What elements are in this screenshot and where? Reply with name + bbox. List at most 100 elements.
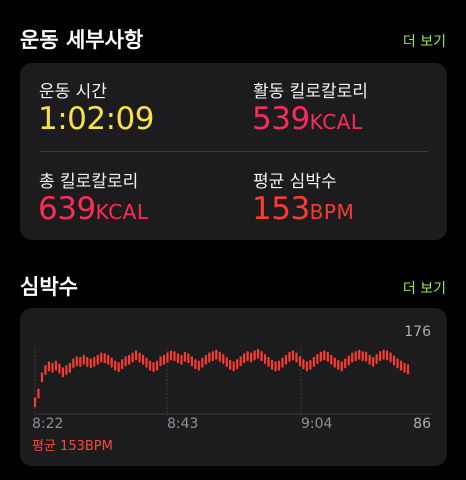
heart-rate-bar [180,354,183,365]
heart-rate-bar [176,353,180,364]
workout-details-title: 운동 세부사항 [20,28,144,52]
heart-rate-bar [187,353,190,364]
heart-rate-bar [201,357,204,368]
heart-rate-bar [267,356,270,367]
heart-rate-bar [138,352,141,363]
heart-rate-bar [309,359,312,370]
workout-details-more-link[interactable]: 더 보기 [403,31,446,51]
heart-rate-bar [54,360,58,371]
heart-rate-bar [385,350,389,361]
heart-rate-bar [263,354,267,364]
heart-rate-bar [284,354,288,365]
heart-rate-bar [379,351,382,362]
heart-rate-bar [211,351,214,362]
x-axis-label-mid: 8:43 [167,416,199,432]
heart-rate-bar [65,365,68,375]
heart-rate-bar [277,360,281,371]
heart-rate-bar [236,359,239,370]
heart-rate-bar [190,356,193,367]
x-axis-label-start: 8:22 [32,416,64,432]
heart-rate-bar [131,352,134,363]
metrics-divider [39,151,428,152]
heart-rate-bar [291,350,295,361]
heart-rate-bar [232,361,235,372]
duration-value: 1:02:09 [38,101,155,137]
heart-rate-bar [114,360,117,371]
x-axis-label-end: 9:04 [301,416,333,432]
heart-rate-bar [37,388,40,399]
heart-rate-average-text: 평균 153BPM [32,439,113,454]
heart-rate-bar [183,351,186,362]
heart-rate-bar [274,361,277,372]
heart-rate-bar [229,359,232,370]
heart-rate-bar [51,362,54,373]
heart-rate-bar [124,356,127,367]
heart-rate-bar [250,352,253,363]
total-kcal-value: 639KCAL [38,191,149,227]
heart-rate-bar [382,349,385,360]
heart-rate-more-link[interactable]: 더 보기 [403,278,446,298]
heart-rate-bar [58,363,61,374]
heart-rate-bar [79,356,82,367]
heart-rate-bar [406,364,410,375]
heart-rate-bar [169,350,173,361]
heart-rate-card[interactable]: 8:22 8:43 9:04 176 86 평균 153BPM [20,308,447,466]
heart-rate-bar [260,351,263,362]
heart-rate-bar [323,350,326,361]
heart-rate-bar [365,351,368,362]
heart-rate-bar [103,353,106,364]
avg-heart-rate-value: 153BPM [252,191,355,227]
total-kcal-label: 총 킬로칼로리 [39,172,139,192]
heart-rate-bar [100,352,103,363]
heart-rate-bar [72,358,75,369]
heart-rate-bar [375,354,378,364]
heart-rate-bar [166,352,169,363]
heart-rate-bar [330,354,333,365]
heart-rate-bar [225,356,228,367]
heart-rate-bar [148,360,152,371]
heart-rate-bar [75,356,78,367]
heart-rate-bar [121,359,124,370]
active-kcal-value: 539KCAL [252,101,363,137]
heart-rate-bar [396,358,399,369]
heart-rate-bar [305,361,309,372]
heart-rate-bar [96,354,99,365]
heart-rate-bar [204,354,207,365]
heart-rate-bar [155,360,159,371]
heart-rate-bar [337,359,340,370]
heart-rate-bar [222,354,225,364]
heart-rate-bar [372,356,375,367]
heart-rate-bar [281,357,284,368]
heart-rate-bar [134,350,138,361]
heart-rate-bar [239,356,242,367]
y-axis-min-label: 86 [413,416,431,432]
duration-label: 운동 시간 [39,82,107,102]
heart-rate-bar [110,357,113,368]
heart-rate-bar [208,352,211,363]
heart-rate-bar [253,350,256,361]
heart-rate-bar [340,361,343,372]
heart-rate-bar [257,348,260,359]
heart-rate-bar [368,354,371,365]
heart-rate-bar [107,354,110,365]
heart-rate-bar [40,372,44,383]
heart-rate-bar [302,359,305,370]
heart-rate-bar [316,354,319,364]
heart-rate-bar [333,357,336,368]
heart-rate-bar [344,358,347,369]
heart-rate-bar [152,362,155,373]
workout-details-card: 운동 시간 1:02:09 활동 킬로칼로리 539KCAL 총 킬로칼로리 6… [20,63,447,240]
heart-rate-bar [128,354,131,365]
heart-rate-bar [194,359,197,370]
heart-rate-bar [141,354,145,365]
heart-rate-bar [215,349,218,360]
heart-rate-bar [358,349,361,360]
heart-rate-bar [326,351,329,362]
heart-rate-bar [295,352,298,363]
heart-rate-bar [89,358,92,369]
active-kcal-label: 활동 킬로칼로리 [253,82,368,102]
heart-rate-bar [33,397,37,408]
heart-rate-bar [243,353,246,364]
heart-rate-bar [270,359,274,370]
heart-rate-bar [389,352,392,363]
